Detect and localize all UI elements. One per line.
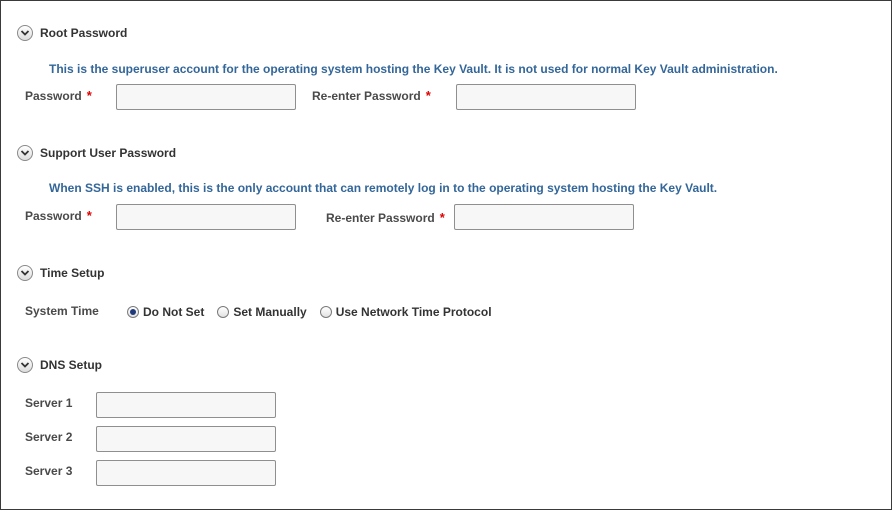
root-password-label: Password * [25,88,92,103]
setup-panel: Root Password This is the superuser acco… [0,0,892,510]
support-reenter-password-label: Re-enter Password * [326,210,445,225]
root-reenter-password-field[interactable] [456,84,636,110]
system-time-radio-group: Do Not Set Set Manually Use Network Time… [127,305,505,319]
required-marker: * [439,210,445,225]
server-1-label: Server 1 [25,396,73,410]
support-password-description: When SSH is enabled, this is the only ac… [49,181,718,195]
support-password-title: Support User Password [40,146,177,160]
support-reenter-password-field[interactable] [454,204,634,230]
time-setup-header: Time Setup [17,263,104,283]
dns-setup-title: DNS Setup [40,358,103,372]
radio-button[interactable] [319,306,332,318]
server-3-field[interactable] [96,460,276,486]
server-1-field[interactable] [96,392,276,418]
support-password-header: Support User Password [17,143,176,163]
chevron-down-icon[interactable] [17,265,33,281]
radio-set-manually[interactable]: Set Manually [217,305,307,319]
root-password-header: Root Password [17,23,127,43]
required-marker: * [425,88,431,103]
root-password-description: This is the superuser account for the op… [49,62,778,76]
server-2-field[interactable] [96,426,276,452]
root-reenter-password-label: Re-enter Password * [312,88,431,103]
system-time-label: System Time [25,304,99,318]
dns-setup-header: DNS Setup [17,355,102,375]
radio-do-not-set[interactable]: Do Not Set [127,305,204,319]
root-password-field[interactable] [116,84,296,110]
server-3-label: Server 3 [25,464,73,478]
server-2-label: Server 2 [25,430,73,444]
required-marker: * [86,208,92,223]
chevron-down-icon[interactable] [17,145,33,161]
support-password-field[interactable] [116,204,296,230]
chevron-down-icon[interactable] [17,25,33,41]
support-password-label: Password * [25,208,92,223]
radio-button-selected[interactable] [127,306,139,318]
root-password-title: Root Password [40,26,128,40]
radio-button[interactable] [217,306,230,318]
required-marker: * [86,88,92,103]
radio-use-ntp[interactable]: Use Network Time Protocol [319,305,492,319]
time-setup-title: Time Setup [40,266,105,280]
chevron-down-icon[interactable] [17,357,33,373]
